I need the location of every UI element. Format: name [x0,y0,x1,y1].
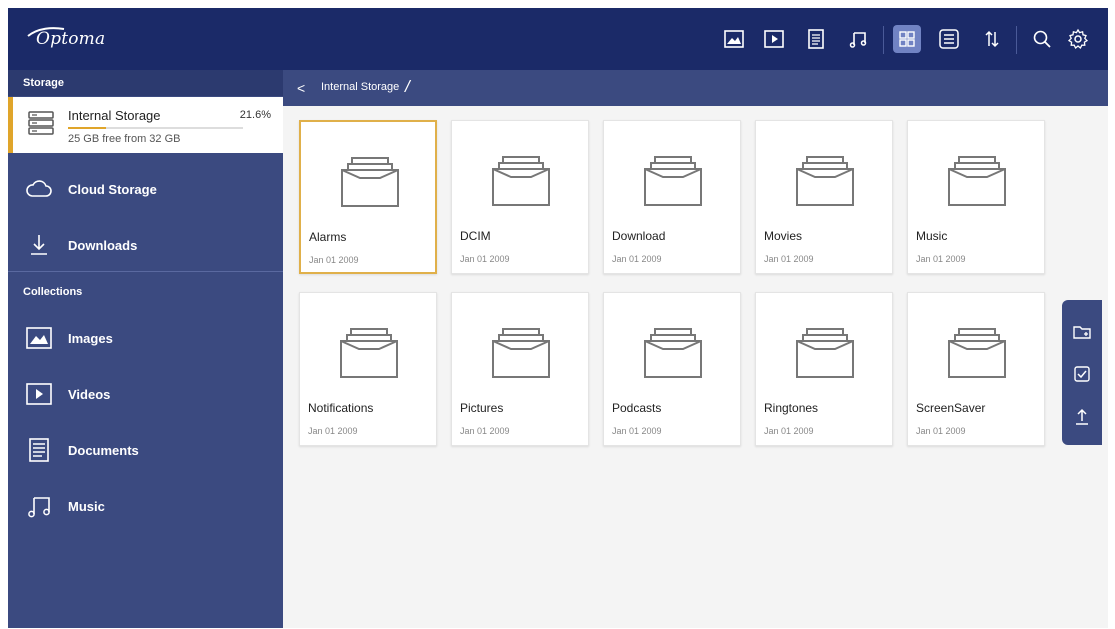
sidebar-divider [8,271,283,272]
folder-date: Jan 01 2009 [309,255,359,265]
folder-date: Jan 01 2009 [764,254,814,264]
settings-icon[interactable] [1064,25,1092,53]
sidebar-item-label: Images [68,330,113,346]
folder-icon [945,151,1009,207]
document-icon [24,436,54,464]
storage-usage-bar [68,127,243,129]
sidebar: Storage Internal Storage 21.6% 25 GB fre… [8,70,283,628]
video-icon [24,380,54,408]
folder-card[interactable]: Podcasts Jan 01 2009 [603,292,741,446]
sidebar-item-cloud-storage[interactable]: Cloud Storage [8,165,283,213]
folder-name: Download [612,229,666,243]
sidebar-item-label: Videos [68,386,111,402]
collections-heading: Collections [23,286,83,298]
upload-icon[interactable] [1070,404,1094,428]
video-icon[interactable] [760,25,788,53]
music-icon [24,492,54,520]
cloud-icon [24,175,54,203]
folder-icon [337,323,401,379]
folder-icon [641,323,705,379]
folder-name: ScreenSaver [916,401,986,415]
folder-card[interactable]: DCIM Jan 01 2009 [451,120,589,274]
folder-name: Music [916,229,948,243]
folder-card[interactable]: Alarms Jan 01 2009 [299,120,437,274]
folder-name: Ringtones [764,401,819,415]
folder-card[interactable]: Download Jan 01 2009 [603,120,741,274]
sidebar-item-music[interactable]: Music [8,482,283,530]
folder-grid: Alarms Jan 01 2009 DCIM Jan 01 2009 Download… [283,106,1108,628]
folder-icon [945,323,1009,379]
folder-date: Jan 01 2009 [764,426,814,436]
sidebar-item-images[interactable]: Images [8,314,283,362]
sidebar-item-label: Cloud Storage [68,181,157,197]
folder-date: Jan 01 2009 [612,426,662,436]
folder-card[interactable]: Movies Jan 01 2009 [755,120,893,274]
toolbar-divider [1016,26,1017,54]
image-icon[interactable] [720,25,748,53]
folder-icon [338,152,402,208]
action-panel [1062,300,1102,445]
folder-name: Movies [764,229,803,243]
logo-swoosh-icon [27,27,65,37]
folder-date: Jan 01 2009 [460,254,510,264]
sidebar-item-documents[interactable]: Documents [8,426,283,474]
sidebar-item-label: Downloads [68,237,138,253]
sidebar-item-downloads[interactable]: Downloads [8,221,283,269]
folder-icon [641,151,705,207]
storage-name: Internal Storage [68,108,161,123]
storage-percent: 21.6% [239,109,271,121]
grid-view-icon[interactable] [893,25,921,53]
breadcrumb: < Internal Storage / [283,70,1108,106]
folder-card[interactable]: Music Jan 01 2009 [907,120,1045,274]
file-manager-app: Optoma Storage Internal Storage 21.6% 25… [8,8,1108,628]
top-bar: Optoma [8,8,1108,70]
storage-heading: Storage [8,70,283,96]
folder-icon [793,151,857,207]
search-icon[interactable] [1028,25,1056,53]
sidebar-item-videos[interactable]: Videos [8,370,283,418]
folder-name: Notifications [308,401,374,415]
folder-card[interactable]: Pictures Jan 01 2009 [451,292,589,446]
breadcrumb-separator: / [405,77,410,96]
storage-free-label: 25 GB free from 32 GB [68,133,181,145]
sidebar-item-label: Documents [68,442,139,458]
document-icon[interactable] [802,25,830,53]
folder-name: Podcasts [612,401,662,415]
image-icon [24,324,54,352]
storage-drive-icon [28,111,54,135]
sort-icon[interactable] [978,25,1006,53]
new-folder-icon[interactable] [1070,320,1094,344]
download-icon [24,231,54,259]
storage-usage-fill [68,127,106,129]
folder-icon [793,323,857,379]
sidebar-item-internal-storage[interactable]: Internal Storage 21.6% 25 GB free from 3… [8,97,283,153]
folder-name: Pictures [460,401,504,415]
folder-date: Jan 01 2009 [460,426,510,436]
breadcrumb-item[interactable]: Internal Storage [321,81,399,93]
folder-date: Jan 01 2009 [916,254,966,264]
folder-date: Jan 01 2009 [308,426,358,436]
folder-card[interactable]: Ringtones Jan 01 2009 [755,292,893,446]
back-button[interactable]: < [297,78,313,98]
folder-card[interactable]: ScreenSaver Jan 01 2009 [907,292,1045,446]
folder-date: Jan 01 2009 [612,254,662,264]
optoma-logo: Optoma [26,22,105,56]
folder-card[interactable]: Notifications Jan 01 2009 [299,292,437,446]
select-icon[interactable] [1070,362,1094,386]
list-view-icon[interactable] [935,25,963,53]
music-icon[interactable] [844,25,872,53]
folder-icon [489,323,553,379]
folder-name: Alarms [309,230,347,244]
folder-date: Jan 01 2009 [916,426,966,436]
folder-name: DCIM [460,229,491,243]
toolbar-divider [883,26,884,54]
folder-icon [489,151,553,207]
sidebar-item-label: Music [68,498,105,514]
